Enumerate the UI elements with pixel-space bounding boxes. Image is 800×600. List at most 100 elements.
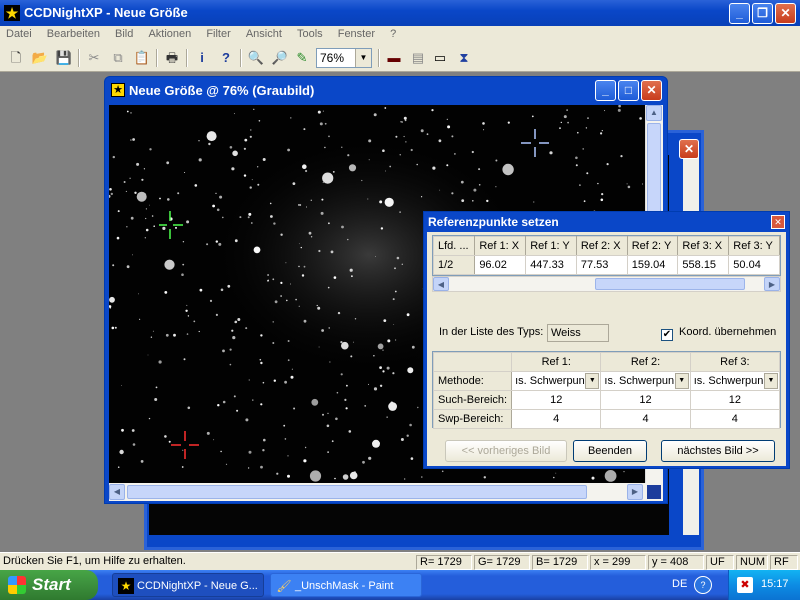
star-dot xyxy=(321,198,324,201)
open-folder-icon[interactable]: 📂 xyxy=(30,48,50,68)
col-header[interactable]: Ref 2: X xyxy=(575,236,628,256)
table-horizontal-scrollbar[interactable]: ◀ ▶ xyxy=(432,276,781,292)
save-icon[interactable]: 💾 xyxy=(54,48,74,68)
type-field[interactable]: Weiss xyxy=(547,324,609,342)
chevron-down-icon[interactable]: ▼ xyxy=(585,373,600,389)
copy-icon[interactable]: ⧉ xyxy=(108,48,128,68)
print-icon[interactable]: 🖶 xyxy=(162,48,182,68)
filter-icon[interactable]: ⧗ xyxy=(454,48,474,68)
table-cell[interactable]: 159.04 xyxy=(626,255,679,275)
col-header[interactable]: Ref 3: Y xyxy=(728,236,780,256)
table-cell[interactable]: 12 xyxy=(511,390,602,410)
col-header[interactable]: Ref 1: xyxy=(511,352,602,372)
star-dot xyxy=(154,398,158,401)
taskbar-item-ccdnightxp[interactable]: ★ CCDNightXP - Neue G... xyxy=(112,573,264,597)
previous-image-button[interactable]: << vorheriges Bild xyxy=(445,440,567,462)
method-cell[interactable]: ıs. Schwerpun ▼ xyxy=(600,371,691,391)
toolbar-separator xyxy=(240,49,242,67)
method-select[interactable]: ıs. Schwerpun ▼ xyxy=(692,373,778,389)
next-image-button[interactable]: nächstes Bild >> xyxy=(661,440,775,462)
table-cell[interactable]: 12 xyxy=(689,390,781,410)
scroll-right-icon[interactable]: ▶ xyxy=(627,484,643,500)
col-header[interactable]: Ref 1: X xyxy=(474,236,527,256)
row-header[interactable]: 1/2 xyxy=(432,255,476,275)
minimize-icon[interactable]: _ xyxy=(595,80,616,101)
zoom-out-icon[interactable]: 🔎 xyxy=(270,48,290,68)
new-file-icon[interactable]: 🗋 xyxy=(6,48,26,68)
monitor-icon[interactable]: ▭ xyxy=(430,48,450,68)
end-button[interactable]: Beenden xyxy=(573,440,647,462)
cut-icon[interactable]: ✂ xyxy=(84,48,104,68)
col-header[interactable]: Lfd. ... xyxy=(432,236,476,256)
table-cell[interactable]: 50.04 xyxy=(728,255,780,275)
zoom-select[interactable]: 76% ▼ xyxy=(316,48,372,68)
tray-app-icon[interactable]: ✖ xyxy=(737,577,753,593)
close-icon[interactable]: ✕ xyxy=(771,215,785,229)
table-cell[interactable]: 96.02 xyxy=(474,255,527,275)
menu-help[interactable]: ? xyxy=(384,26,402,40)
chevron-down-icon[interactable]: ▼ xyxy=(355,49,371,67)
start-button[interactable]: Start xyxy=(0,570,98,600)
menu-bearbeiten[interactable]: Bearbeiten xyxy=(41,26,106,40)
scroll-left-icon[interactable]: ◀ xyxy=(433,277,449,291)
table-cell[interactable]: 447.33 xyxy=(525,255,577,275)
document-icon[interactable]: ▤ xyxy=(408,48,428,68)
table-cell[interactable]: 77.53 xyxy=(575,255,628,275)
star-dot xyxy=(183,358,186,361)
paste-icon[interactable]: 📋 xyxy=(132,48,152,68)
zoom-in-icon[interactable]: 🔍 xyxy=(246,48,266,68)
chevron-down-icon[interactable]: ▼ xyxy=(674,373,689,389)
col-header[interactable]: Ref 2: Y xyxy=(626,236,679,256)
menu-aktionen[interactable]: Aktionen xyxy=(142,26,197,40)
close-icon[interactable]: ✕ xyxy=(641,80,662,101)
image-view-icon[interactable]: ▬ xyxy=(384,48,404,68)
help-circle-icon[interactable]: ? xyxy=(694,576,712,594)
table-cell[interactable]: 12 xyxy=(600,390,691,410)
horizontal-scroll-thumb[interactable] xyxy=(127,485,587,499)
table-cell[interactable]: 4 xyxy=(600,409,691,429)
scroll-left-icon[interactable]: ◀ xyxy=(109,484,125,500)
menu-ansicht[interactable]: Ansicht xyxy=(240,26,288,40)
method-cell[interactable]: ıs. Schwerpun ▼ xyxy=(511,371,602,391)
star-dot xyxy=(247,216,250,219)
restore-icon[interactable]: ❐ xyxy=(752,3,773,24)
col-header[interactable]: Ref 1: Y xyxy=(525,236,577,256)
menu-bild[interactable]: Bild xyxy=(109,26,139,40)
method-settings-table[interactable]: Ref 1: Ref 2: Ref 3: Methode: ıs. Schwer… xyxy=(432,351,781,429)
close-icon[interactable]: ✕ xyxy=(775,3,796,24)
maximize-icon[interactable]: □ xyxy=(618,80,639,101)
taskbar-item-paint[interactable]: 🖌 _UnschMask - Paint xyxy=(270,573,422,597)
col-header[interactable]: Ref 2: xyxy=(600,352,691,372)
star-dot xyxy=(185,309,188,312)
col-header[interactable]: Ref 3: xyxy=(689,352,781,372)
info-icon[interactable]: i xyxy=(192,48,212,68)
menu-fenster[interactable]: Fenster xyxy=(332,26,381,40)
context-help-icon[interactable]: ? xyxy=(216,48,236,68)
col-header[interactable]: Ref 3: X xyxy=(677,236,730,256)
method-cell[interactable]: ıs. Schwerpun ▼ xyxy=(689,371,781,391)
scroll-up-icon[interactable]: ▲ xyxy=(646,105,662,121)
table-row[interactable]: 1/2 96.02 447.33 77.53 159.04 558.15 50.… xyxy=(432,255,780,275)
reference-points-dialog[interactable]: Referenzpunkte setzen ✕ Lfd. ... Ref 1: … xyxy=(423,211,790,469)
method-select[interactable]: ıs. Schwerpun ▼ xyxy=(602,373,689,389)
chevron-down-icon[interactable]: ▼ xyxy=(764,373,778,389)
table-cell[interactable]: 4 xyxy=(689,409,781,429)
scroll-right-icon[interactable]: ▶ xyxy=(764,277,780,291)
language-indicator[interactable]: DE xyxy=(672,578,687,590)
image-horizontal-scrollbar[interactable]: ◀ ▶ xyxy=(109,483,645,501)
menu-datei[interactable]: Datei xyxy=(0,26,38,40)
table-cell[interactable]: 4 xyxy=(511,409,602,429)
checkmark-icon[interactable]: ✔ xyxy=(661,329,673,341)
menu-filter[interactable]: Filter xyxy=(200,26,236,40)
table-scroll-thumb[interactable] xyxy=(595,278,745,290)
star-dot xyxy=(126,226,128,228)
star-dot xyxy=(218,242,222,246)
eyedropper-icon[interactable]: ✎ xyxy=(292,48,312,68)
reference-coordinates-table[interactable]: Lfd. ... Ref 1: X Ref 1: Y Ref 2: X Ref … xyxy=(432,235,781,276)
koord-checkbox[interactable]: ✔ Koord. übernehmen xyxy=(661,326,776,341)
table-cell[interactable]: 558.15 xyxy=(677,255,730,275)
minimize-icon[interactable]: _ xyxy=(729,3,750,24)
menu-tools[interactable]: Tools xyxy=(291,26,329,40)
method-select[interactable]: ıs. Schwerpun ▼ xyxy=(513,373,600,389)
close-icon[interactable]: ✕ xyxy=(679,139,699,159)
